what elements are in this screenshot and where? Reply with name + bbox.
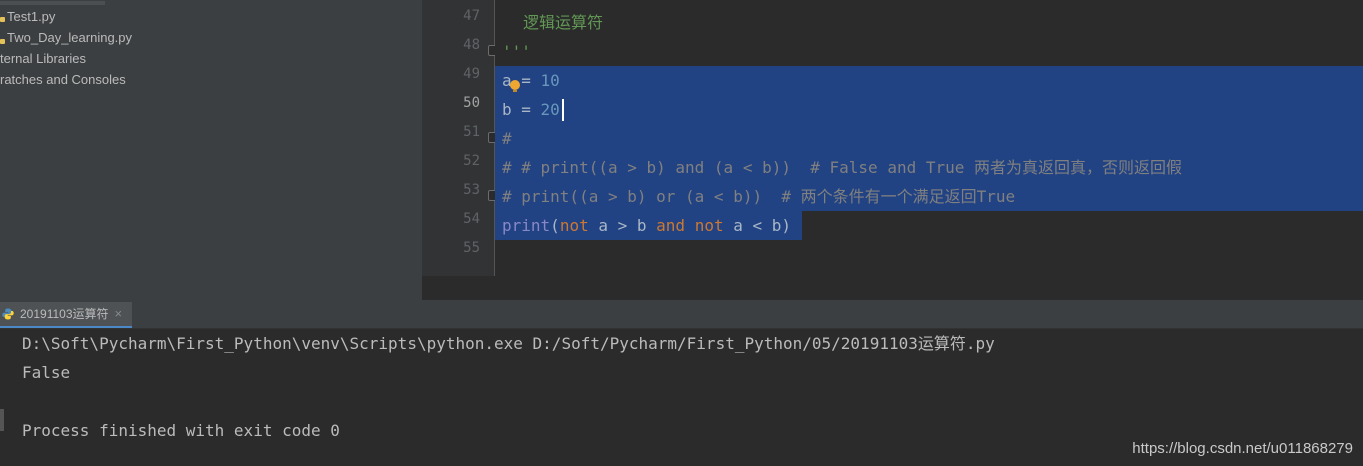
tree-item-partial-top xyxy=(0,0,422,7)
tree-item-test1[interactable]: Test1.py xyxy=(0,7,55,27)
code-line-48: ''' xyxy=(502,42,531,61)
line-number: 49 xyxy=(463,66,480,82)
line-number-current: 50 xyxy=(463,95,480,111)
python-file-icon xyxy=(0,17,5,22)
tree-item-label: ternal Libraries xyxy=(0,51,86,66)
text-caret xyxy=(562,99,564,121)
run-tab-bar: 20191103运算符 × xyxy=(0,300,1363,329)
editor-bottom-strip xyxy=(422,276,1363,300)
console-line-output: False xyxy=(22,363,71,382)
run-tab[interactable]: 20191103运算符 × xyxy=(0,302,133,328)
tree-item-label: Test1.py xyxy=(7,9,56,24)
code-line-50: b = 20 xyxy=(502,100,560,119)
line-number: 51 xyxy=(463,124,480,140)
line-number: 52 xyxy=(463,153,480,169)
code-line-54: print(not a > b and not a < b) xyxy=(502,216,792,235)
editor-gutter: 47 48 49 50 51 52 53 54 55 xyxy=(422,0,494,276)
code-line-52: # # print((a > b) and (a < b)) # False a… xyxy=(502,158,1183,177)
console-line-command: D:\Soft\Pycharm\First_Python\venv\Script… xyxy=(22,334,995,353)
code-line-47: 逻辑运算符 xyxy=(523,13,604,32)
line-number: 54 xyxy=(463,211,480,227)
line-number: 53 xyxy=(463,182,480,198)
run-tab-label: 20191103运算符 xyxy=(20,307,109,321)
tree-item-external-libraries[interactable]: ternal Libraries xyxy=(0,49,86,69)
line-number: 48 xyxy=(463,37,480,53)
watermark-text: https://blog.csdn.net/u011868279 xyxy=(1132,440,1353,457)
line-number: 47 xyxy=(463,8,480,24)
tree-item-two-day-learning[interactable]: Two_Day_learning.py xyxy=(0,28,132,48)
python-file-icon xyxy=(0,39,5,44)
code-editor[interactable]: 逻辑运算符 ''' a = 10 b = 20 # # # print((a >… xyxy=(495,0,1363,276)
close-icon[interactable]: × xyxy=(115,306,123,321)
line-number: 55 xyxy=(463,240,480,256)
console-scroll-marker xyxy=(0,409,4,431)
project-tree-panel: Test1.py Two_Day_learning.py ternal Libr… xyxy=(0,0,422,300)
tree-item-scratches-consoles[interactable]: ratches and Consoles xyxy=(0,70,126,90)
code-line-51: # xyxy=(502,129,512,148)
code-line-53: # print((a > b) or (a < b)) # 两个条件有一个满足返… xyxy=(502,187,1016,206)
console-line-exit: Process finished with exit code 0 xyxy=(22,421,340,440)
tree-item-label: Two_Day_learning.py xyxy=(7,30,133,45)
python-icon xyxy=(2,308,14,320)
tree-item-label: ratches and Consoles xyxy=(0,72,126,87)
lightbulb-icon[interactable] xyxy=(510,80,520,92)
